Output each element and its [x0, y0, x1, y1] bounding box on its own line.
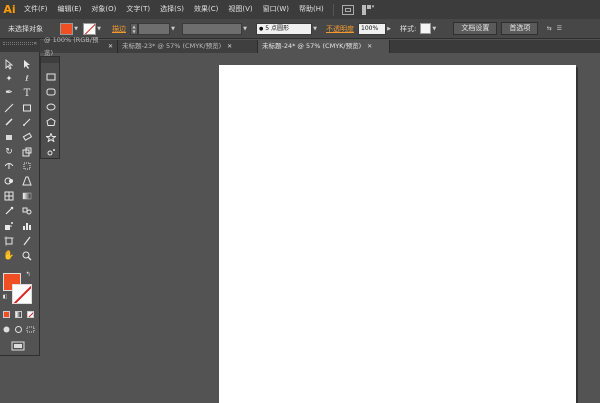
toolbox: ✦ ℓ ✒ T ↻ ✋ ↰ ◧	[0, 52, 40, 356]
close-icon[interactable]: ✕	[367, 40, 372, 53]
rotate-tool-icon[interactable]: ↻	[3, 146, 15, 158]
slice-tool-icon[interactable]	[21, 235, 33, 247]
tab-document-1[interactable]: @ 100% (RGB/预览) ✕	[40, 36, 118, 57]
stroke-color-box[interactable]	[12, 284, 32, 304]
rectangle-shape-icon[interactable]	[46, 73, 56, 81]
column-graph-tool-icon[interactable]	[21, 220, 33, 232]
menu-bar: Ai 文件(F) 编辑(E) 对象(O) 文字(T) 选择(S) 效果(C) 视…	[0, 0, 600, 19]
panel-menu-icon[interactable]: ☰	[554, 23, 564, 35]
shape-tools-flyout	[40, 56, 60, 159]
rounded-rectangle-icon[interactable]	[46, 88, 56, 96]
star-icon[interactable]	[46, 132, 56, 142]
document-tab-bar: @ 100% (RGB/预览) ✕ 未标题-23* @ 57% (CMYK/预览…	[40, 36, 600, 57]
chevron-down-icon[interactable]: ▼	[312, 23, 318, 35]
app-logo: Ai	[3, 3, 16, 16]
draw-inside-icon[interactable]	[26, 325, 35, 334]
symbol-sprayer-tool-icon[interactable]	[3, 220, 15, 232]
magic-wand-tool-icon[interactable]: ✦	[3, 72, 15, 84]
swap-fill-stroke-icon[interactable]: ↰	[24, 270, 32, 278]
bridge-icon[interactable]	[341, 4, 354, 15]
align-options-icon[interactable]: ⇆	[544, 23, 554, 35]
ellipse-icon[interactable]	[46, 103, 56, 111]
paintbrush-tool-icon[interactable]	[3, 116, 15, 128]
flyout-header[interactable]	[41, 57, 59, 63]
chevron-down-icon[interactable]: ▼	[170, 23, 176, 35]
stroke-weight-field[interactable]	[138, 22, 170, 35]
graphic-style-swatch[interactable]	[420, 23, 432, 34]
brush-definition-field[interactable]: ● 5 点圆形	[256, 22, 312, 35]
menu-file[interactable]: 文件(F)	[19, 0, 53, 19]
stroke-weight-stepper[interactable]: ▲ ▼	[130, 22, 138, 35]
default-colors-icon[interactable]: ◧	[1, 293, 9, 301]
line-segment-tool-icon[interactable]	[3, 102, 15, 114]
bullet-icon: ●	[259, 25, 264, 32]
flare-icon[interactable]	[46, 148, 56, 156]
pencil-tool-icon[interactable]	[21, 116, 33, 128]
artboard[interactable]	[219, 65, 576, 403]
selection-tool-icon[interactable]	[3, 58, 15, 70]
none-mode-button[interactable]	[26, 310, 35, 319]
opacity-field[interactable]: 100%	[358, 22, 386, 35]
opacity-label[interactable]: 不透明度	[322, 24, 358, 34]
polygon-icon[interactable]	[46, 118, 56, 126]
direct-selection-tool-icon[interactable]	[21, 58, 33, 70]
shape-builder-tool-icon[interactable]	[3, 175, 15, 187]
chevron-down-icon[interactable]: ▼	[242, 23, 248, 35]
perspective-grid-tool-icon[interactable]	[21, 175, 33, 187]
menu-edit[interactable]: 编辑(E)	[53, 0, 87, 19]
color-mode-button[interactable]	[2, 310, 11, 319]
menu-separator	[332, 3, 334, 16]
chevron-right-icon[interactable]: ▶	[386, 23, 392, 35]
screen-mode-icon[interactable]	[11, 341, 25, 351]
zoom-tool-icon[interactable]	[21, 250, 33, 262]
menu-window[interactable]: 窗口(W)	[258, 0, 294, 19]
tab-document-23[interactable]: 未标题-23* @ 57% (CMYK/预览) ✕	[118, 40, 258, 53]
close-icon[interactable]: ✕	[108, 40, 113, 53]
free-transform-tool-icon[interactable]	[21, 160, 33, 172]
blob-brush-tool-icon[interactable]	[3, 131, 15, 143]
stroke-label[interactable]: 描边	[108, 24, 130, 34]
drag-grip[interactable]	[3, 42, 33, 45]
gradient-mode-button[interactable]	[14, 310, 23, 319]
selection-status: 未选择对象	[8, 24, 43, 33]
artboard-tool-icon[interactable]	[3, 235, 15, 247]
collapse-icon[interactable]: «	[33, 40, 37, 47]
menu-select[interactable]: 选择(S)	[155, 0, 189, 19]
type-tool-icon[interactable]: T	[21, 87, 33, 99]
toolbox-header[interactable]: «	[0, 39, 40, 52]
eraser-tool-icon[interactable]	[21, 131, 33, 143]
chevron-down-icon[interactable]: ▼	[431, 23, 437, 35]
variable-width-field[interactable]	[182, 22, 242, 35]
gradient-tool-icon[interactable]	[21, 190, 33, 202]
hand-tool-icon[interactable]: ✋	[3, 250, 15, 262]
menu-object[interactable]: 对象(O)	[86, 0, 121, 19]
style-label: 样式:	[400, 24, 417, 33]
menu-type[interactable]: 文字(T)	[121, 0, 155, 19]
document-setup-button[interactable]: 文档设置	[453, 22, 498, 35]
preferences-button[interactable]: 首选项	[501, 22, 539, 35]
menu-help[interactable]: 帮助(H)	[294, 0, 329, 19]
scale-tool-icon[interactable]	[21, 146, 33, 158]
close-icon[interactable]: ✕	[227, 40, 232, 53]
mesh-tool-icon[interactable]	[3, 190, 15, 202]
rectangle-tool-icon[interactable]	[21, 102, 33, 114]
tab-document-24[interactable]: 未标题-24* @ 57% (CMYK/预览) ✕	[258, 40, 390, 53]
eyedropper-tool-icon[interactable]	[3, 205, 15, 217]
draw-behind-icon[interactable]	[14, 325, 23, 334]
width-tool-icon[interactable]	[3, 160, 15, 172]
menu-view[interactable]: 视图(V)	[223, 0, 257, 19]
draw-normal-icon[interactable]	[2, 325, 11, 334]
lasso-tool-icon[interactable]: ℓ	[21, 72, 33, 84]
arrange-documents-icon[interactable]: ▾	[361, 4, 376, 15]
menu-effect[interactable]: 效果(C)	[189, 0, 223, 19]
blend-tool-icon[interactable]	[21, 205, 33, 217]
pen-tool-icon[interactable]: ✒	[3, 87, 15, 99]
